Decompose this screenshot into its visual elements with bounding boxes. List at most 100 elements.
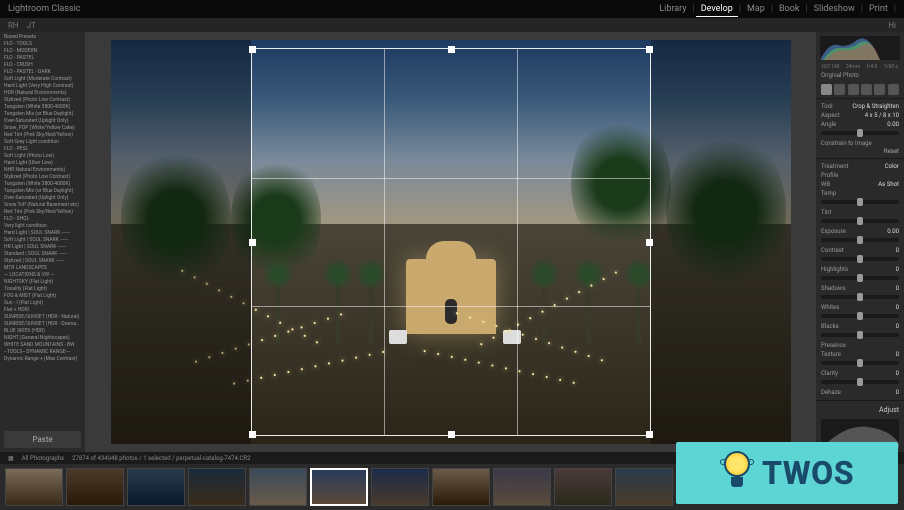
preset-item[interactable]: MTR LANDSCAPES (2, 265, 83, 272)
crop-handle[interactable] (448, 46, 455, 53)
angle-slider[interactable] (821, 131, 899, 135)
preset-item[interactable]: Stylized (Photo Low Contrast) (2, 174, 83, 181)
preset-item[interactable]: FLO - MODERN (2, 48, 83, 55)
exposure-slider[interactable] (821, 238, 899, 242)
filmstrip-thumb[interactable] (249, 468, 307, 506)
sec-item[interactable]: JT (27, 21, 36, 30)
preset-item[interactable]: Hard Light | SOUL SNARK ------ (2, 230, 83, 237)
preset-item[interactable]: HR Light | SOUL SNARK ------ (2, 244, 83, 251)
tint-slider[interactable] (821, 219, 899, 223)
angle-value[interactable]: 0.00 (887, 121, 899, 128)
preset-item[interactable]: Snow TnP (Natural Basement etc) (2, 202, 83, 209)
preset-item[interactable]: Red Tint (Pink Sky/Red/Yellow) (2, 209, 83, 216)
preset-item[interactable]: FLO - PESL (2, 146, 83, 153)
preset-item[interactable]: Soft-Grey Light condition (2, 139, 83, 146)
preset-item[interactable]: WHITE SAND MOUNTAINS - BW (2, 342, 83, 349)
module-slideshow[interactable]: Slideshow (809, 2, 860, 16)
contrast-slider[interactable] (821, 257, 899, 261)
adjust-label[interactable]: Adjust (821, 404, 899, 416)
preset-item[interactable]: FLO - CRUSH (2, 62, 83, 69)
histogram[interactable] (820, 36, 900, 60)
aspect-value[interactable]: 4 x 5 / 8 x 10 (865, 112, 899, 119)
photo-viewport[interactable] (111, 40, 791, 444)
preset-item[interactable]: Flat + HDRI (2, 307, 83, 314)
brush-icon[interactable] (888, 84, 899, 95)
filmstrip-thumb[interactable] (371, 468, 429, 506)
filmstrip-thumb[interactable] (66, 468, 124, 506)
crop-handle[interactable] (448, 431, 455, 438)
preset-item[interactable]: FLO - PASTEL - DARK (2, 69, 83, 76)
filmstrip-thumb[interactable] (615, 468, 673, 506)
preset-item[interactable]: Soft Light | SOUL SNARK ------ (2, 237, 83, 244)
crop-tool-icon[interactable] (821, 84, 832, 95)
spot-removal-icon[interactable] (834, 84, 845, 95)
blacks-slider[interactable] (821, 333, 899, 337)
paste-button[interactable]: Paste (4, 431, 81, 448)
preset-item[interactable]: Hard Light (Very High Contrast) (2, 83, 83, 90)
preset-item[interactable]: Boxed Presets (2, 34, 83, 41)
preset-item[interactable]: Snow_POP (White/Yellow Cake) (2, 125, 83, 132)
preset-item[interactable]: Standard | SOUL SNARK ------ (2, 251, 83, 258)
preset-item[interactable]: Tonality (Flat Light) (2, 286, 83, 293)
crop-handle[interactable] (249, 431, 256, 438)
sec-item[interactable]: RH (8, 21, 19, 30)
preset-item[interactable]: Stylized (Photo Low Contrast) (2, 97, 83, 104)
preset-item[interactable]: --TOOLS-- DYNAMIC RANGE--- (2, 349, 83, 356)
preset-item[interactable]: FLO - SHQL (2, 216, 83, 223)
filmstrip-thumb[interactable] (493, 468, 551, 506)
crop-handle[interactable] (249, 239, 256, 246)
filmstrip-thumb[interactable] (5, 468, 63, 506)
constrain-label[interactable]: Constrain to Image (821, 140, 872, 147)
redeye-icon[interactable] (848, 84, 859, 95)
preset-item[interactable]: FLO - TOOLS (2, 41, 83, 48)
filmstrip-thumb[interactable] (432, 468, 490, 506)
preset-item[interactable]: Very light condition (2, 223, 83, 230)
module-library[interactable]: Library (654, 2, 691, 16)
preset-item[interactable]: Soft Light (Moderate Contrast) (2, 76, 83, 83)
module-book[interactable]: Book (774, 2, 804, 16)
preset-item[interactable]: FOG & MIST (Flat Light) (2, 293, 83, 300)
module-map[interactable]: Map (742, 2, 770, 16)
preset-item[interactable]: Tungsten Mix (or Blue Daylight) (2, 111, 83, 118)
preset-item[interactable]: HDR (Natural Environments) (2, 90, 83, 97)
filmstrip-thumb[interactable] (310, 468, 368, 506)
preset-item[interactable]: Hard Light (Uber Low) (2, 160, 83, 167)
preset-item[interactable]: Soft Light (Photo Low) (2, 153, 83, 160)
filmstrip-thumb[interactable] (554, 468, 612, 506)
crop-handle[interactable] (646, 46, 653, 53)
preset-item[interactable]: NHR Natural Environments) (2, 167, 83, 174)
wb-value[interactable]: As Shot (878, 181, 899, 188)
preset-item[interactable]: --- LOCATIONS & VW --- (2, 272, 83, 279)
whites-slider[interactable] (821, 314, 899, 318)
module-print[interactable]: Print (864, 2, 893, 16)
preset-item[interactable]: SUNRISE/SUNSET (HDR - Natural) (2, 314, 83, 321)
color-label[interactable]: Color (885, 163, 899, 170)
preset-item[interactable]: Red Tint (Pink Sky/Red/Yellow) (2, 132, 83, 139)
preset-item[interactable]: Tungsten (White 3800-4000K) (2, 104, 83, 111)
preset-item[interactable]: Tungsten (White 3800-4000K) (2, 181, 83, 188)
filmstrip-thumb[interactable] (127, 468, 185, 506)
preset-item[interactable]: FLO - PASTEL (2, 55, 83, 62)
canvas-area[interactable] (85, 32, 816, 452)
radial-filter-icon[interactable] (874, 84, 885, 95)
crop-handle[interactable] (646, 239, 653, 246)
filmstrip-grid-icon[interactable]: ▦ (8, 455, 14, 462)
temp-slider[interactable] (821, 200, 899, 204)
preset-item[interactable]: NIGHTSKY (Flat Light) (2, 279, 83, 286)
preset-item[interactable]: Over-Saturated (Uplight Only) (2, 195, 83, 202)
preset-item[interactable]: Dynamic Range + (Max Contrast) (2, 356, 83, 363)
highlights-slider[interactable] (821, 276, 899, 280)
filmstrip-thumb[interactable] (188, 468, 246, 506)
preset-item[interactable]: BLUE SKIES (HDR) (2, 328, 83, 335)
crop-reset-button[interactable]: Reset (821, 148, 899, 155)
crop-overlay[interactable] (251, 48, 651, 436)
texture-slider[interactable] (821, 361, 899, 365)
preset-item[interactable]: Sun - I (Flat Light) (2, 300, 83, 307)
preset-item[interactable]: SUNRISE/SUNSET (HDR - Dramatic) (2, 321, 83, 328)
preset-item[interactable]: NIGHT (General Nightscapes) (2, 335, 83, 342)
shadows-slider[interactable] (821, 295, 899, 299)
preset-item[interactable]: Tungsten Mix (or Blue Daylight) (2, 188, 83, 195)
graduated-filter-icon[interactable] (861, 84, 872, 95)
module-develop[interactable]: Develop (696, 2, 738, 17)
clarity-slider[interactable] (821, 380, 899, 384)
